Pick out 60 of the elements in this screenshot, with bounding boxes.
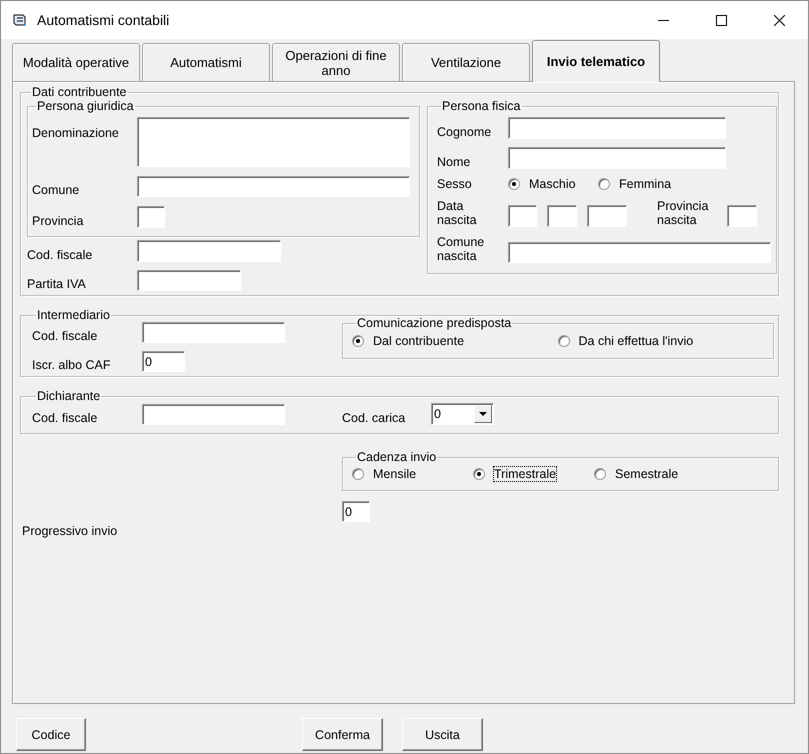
field-label: Cod. carica xyxy=(342,411,406,425)
text-field[interactable] xyxy=(142,322,285,343)
tab[interactable]: Modalità operative xyxy=(12,43,140,81)
text-field[interactable] xyxy=(508,242,771,263)
field-label: Data nascita xyxy=(437,199,478,227)
field-label: Sesso xyxy=(437,177,472,191)
radio-option[interactable]: Da chi effettua l'invio xyxy=(558,334,763,348)
radio-option[interactable]: Femmina xyxy=(598,177,688,191)
text-field[interactable] xyxy=(137,270,241,291)
text-field[interactable] xyxy=(137,206,165,228)
text-field[interactable] xyxy=(137,240,281,262)
radio-option[interactable]: Mensile xyxy=(352,467,473,481)
field-label: Denominazione xyxy=(32,125,120,140)
field-label: Progressivo invio xyxy=(22,524,118,538)
text-field[interactable] xyxy=(727,205,757,227)
text-field[interactable] xyxy=(142,404,285,425)
dialog-button[interactable]: Codice xyxy=(16,718,86,751)
radio-option[interactable]: Dal contribuente xyxy=(352,334,558,348)
tab[interactable]: Operazioni di fine anno xyxy=(272,43,400,81)
field-label: Nome xyxy=(437,155,470,169)
field-label: Provincia nascita xyxy=(657,199,709,227)
field-label: Cod. fiscale xyxy=(32,411,98,425)
text-field[interactable] xyxy=(508,117,726,139)
text-field[interactable] xyxy=(508,147,726,169)
close-icon xyxy=(774,14,784,26)
field-label: Provincia xyxy=(32,214,84,228)
dropdown[interactable]: 0 xyxy=(431,403,494,425)
group-title: Dichiarante xyxy=(36,389,102,403)
group-title: Cadenza invio xyxy=(356,450,438,464)
field-label: Cod. fiscale xyxy=(27,248,92,262)
field-label: Comune nascita xyxy=(437,235,486,263)
app-icon xyxy=(12,12,28,28)
text-area[interactable] xyxy=(137,117,410,167)
text-field[interactable] xyxy=(547,205,577,227)
field-label: Partita IVA xyxy=(27,277,86,291)
tab[interactable]: Ventilazione xyxy=(402,43,530,81)
caret-icon xyxy=(479,412,487,416)
group-title: Persona fisica xyxy=(441,99,522,113)
window-title: Automatismi contabili xyxy=(37,12,170,28)
text-field[interactable] xyxy=(508,205,537,227)
radio-option[interactable]: Trimestrale xyxy=(473,467,594,481)
text-field[interactable]: 0 xyxy=(142,351,185,372)
tab[interactable]: Invio telematico xyxy=(532,40,660,82)
group-title: Intermediario xyxy=(36,308,111,322)
tab[interactable]: Automatismi xyxy=(142,43,270,81)
dialog-button[interactable]: Uscita xyxy=(402,718,483,751)
text-field[interactable] xyxy=(587,205,627,227)
group-title: Comunicazione predisposta xyxy=(356,316,512,330)
field-label: Cod. fiscale xyxy=(32,329,98,343)
dialog-button[interactable]: Conferma xyxy=(302,718,383,751)
maximize-icon xyxy=(716,14,726,26)
radio-option[interactable]: Maschio xyxy=(508,177,598,191)
field-label: Cognome xyxy=(437,125,492,139)
text-field[interactable] xyxy=(137,176,410,197)
field-label: Iscr. albo CAF xyxy=(32,358,110,372)
group-title: Persona giuridica xyxy=(36,99,135,113)
group-title: Dati contribuente xyxy=(31,85,128,99)
radio-option[interactable]: Semestrale xyxy=(594,467,715,481)
field-label: Comune xyxy=(32,183,80,197)
text-field[interactable]: 0 xyxy=(342,501,370,522)
